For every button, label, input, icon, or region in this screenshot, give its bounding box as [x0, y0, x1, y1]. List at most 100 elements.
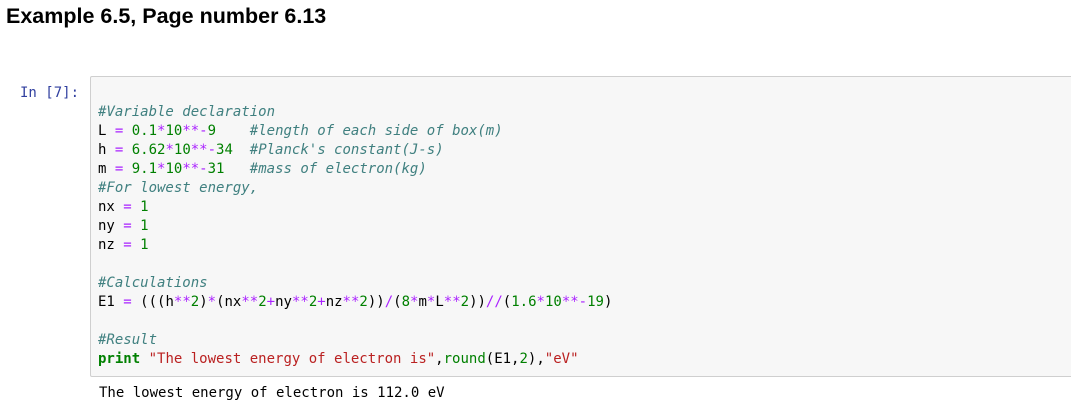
code-token-operator: // — [485, 294, 503, 310]
code-token-code: (E1, — [485, 351, 520, 367]
code-token-code: nz — [325, 294, 343, 310]
code-token-code: L — [435, 294, 444, 310]
code-line: print "The lowest energy of electron is"… — [98, 350, 612, 369]
code-token-code — [140, 351, 148, 367]
code-token-number: 0.1 — [131, 123, 158, 139]
code-token-number: 10 — [173, 142, 191, 158]
code-cell-input[interactable]: #Variable declaration L = 0.1*10**-9 #len… — [90, 76, 1071, 377]
code-token-number: 19 — [587, 294, 604, 310]
code-token-keyword: print — [98, 351, 141, 367]
code-token-operator: + — [317, 294, 326, 310]
code-token-operator: ** — [291, 294, 309, 310]
code-token-number: 10 — [544, 294, 562, 310]
code-line: nx = 1 — [98, 198, 612, 217]
code-token-code: (nx — [216, 294, 242, 310]
code-token-number: 8 — [401, 294, 411, 310]
code-token-operator: * — [165, 142, 174, 158]
code-token-number: 2 — [359, 294, 368, 310]
code-token-number: 2 — [519, 351, 528, 367]
code-token-operator: ** — [443, 294, 461, 310]
code-token-code: ) — [603, 294, 613, 310]
code-token-comment: #Variable declaration — [98, 104, 276, 120]
code-token-number: 1.6 — [511, 294, 537, 310]
code-token-code: ( — [393, 294, 402, 310]
code-line: #Calculations — [98, 274, 612, 293]
code-token-code — [132, 237, 140, 253]
code-token-number: 2 — [258, 294, 267, 310]
code-token-code: m — [98, 161, 115, 177]
code-token-code — [123, 161, 131, 177]
code-token-code — [132, 199, 140, 215]
markdown-heading: Example 6.5, Page number 6.13 — [6, 4, 327, 28]
code-line: nz = 1 — [98, 236, 612, 255]
code-token-code: , — [435, 351, 444, 367]
code-line: #Variable declaration — [98, 103, 612, 122]
code-token-number: 10 — [165, 123, 183, 139]
code-token-comment: #Result — [98, 332, 158, 348]
code-token-number: 9 — [207, 123, 217, 139]
code-token-code: ny — [98, 218, 124, 234]
code-token-comment: #For lowest energy, — [98, 180, 259, 196]
code-token-code: m — [418, 294, 427, 310]
code-token-code: ) — [199, 294, 208, 310]
code-token-code: nz — [98, 237, 124, 253]
code-token-operator: * — [207, 294, 217, 310]
code-token-code: E1 — [98, 294, 124, 310]
code-token-number: 1 — [140, 237, 149, 253]
code-token-operator: = — [123, 294, 132, 310]
code-line: m = 9.1*10**-31 #mass of electron(kg) — [98, 160, 612, 179]
code-token-code: h — [98, 142, 115, 158]
code-token-code — [123, 123, 131, 139]
code-editor[interactable]: #Variable declaration L = 0.1*10**-9 #len… — [98, 103, 612, 369]
code-token-code: nx — [98, 199, 124, 215]
code-token-number: 2 — [308, 294, 318, 310]
code-token-operator: * — [536, 294, 545, 310]
code-token-operator: **- — [182, 123, 208, 139]
code-token-number: 2 — [460, 294, 470, 310]
code-token-operator: ** — [173, 294, 191, 310]
code-token-number: 34 — [216, 142, 233, 158]
code-token-operator: **- — [182, 161, 208, 177]
code-token-code: )) — [469, 294, 486, 310]
code-token-number: 10 — [165, 161, 183, 177]
code-token-number: 9.1 — [131, 161, 158, 177]
code-token-operator: / — [384, 294, 394, 310]
code-token-operator: ** — [342, 294, 360, 310]
code-line: h = 6.62*10**-34 #Planck's constant(J-s) — [98, 141, 612, 160]
code-token-code: ), — [527, 351, 545, 367]
code-token-comment: #length of each side of box(m) — [249, 123, 503, 139]
code-line: #For lowest energy, — [98, 179, 612, 198]
code-token-operator: = — [123, 199, 132, 215]
code-token-code: (((h — [131, 294, 174, 310]
code-token-code: ( — [502, 294, 512, 310]
code-token-operator: ** — [241, 294, 259, 310]
code-line: #Result — [98, 331, 612, 350]
code-token-code — [216, 123, 250, 139]
code-token-builtin: round — [443, 351, 486, 367]
code-token-number: 6.62 — [131, 142, 166, 158]
code-token-number: 31 — [207, 161, 225, 177]
code-token-operator: = — [123, 237, 132, 253]
code-token-code: L — [98, 123, 115, 139]
code-token-code — [233, 142, 250, 158]
code-token-code — [132, 218, 140, 234]
input-prompt: In [7]: — [20, 85, 80, 101]
code-line: ny = 1 — [98, 217, 612, 236]
code-token-operator: **- — [190, 142, 217, 158]
code-line: E1 = (((h**2)*(nx**2+ny**2+nz**2))/(8*m*… — [98, 293, 612, 312]
cell-output: The lowest energy of electron is 112.0 e… — [99, 385, 445, 401]
code-token-number: 1 — [140, 199, 149, 215]
code-token-string: "eV" — [544, 351, 579, 367]
code-token-code — [123, 142, 131, 158]
code-token-number: 2 — [190, 294, 200, 310]
code-token-comment: #Calculations — [98, 275, 208, 291]
code-token-code: ny — [275, 294, 292, 310]
code-token-operator: + — [266, 294, 276, 310]
code-token-code — [224, 161, 249, 177]
code-token-code: )) — [367, 294, 385, 310]
code-token-string: "The lowest energy of electron is" — [148, 351, 436, 367]
code-line: L = 0.1*10**-9 #length of each side of b… — [98, 122, 612, 141]
code-token-comment: #Planck's constant(J-s) — [249, 142, 444, 158]
